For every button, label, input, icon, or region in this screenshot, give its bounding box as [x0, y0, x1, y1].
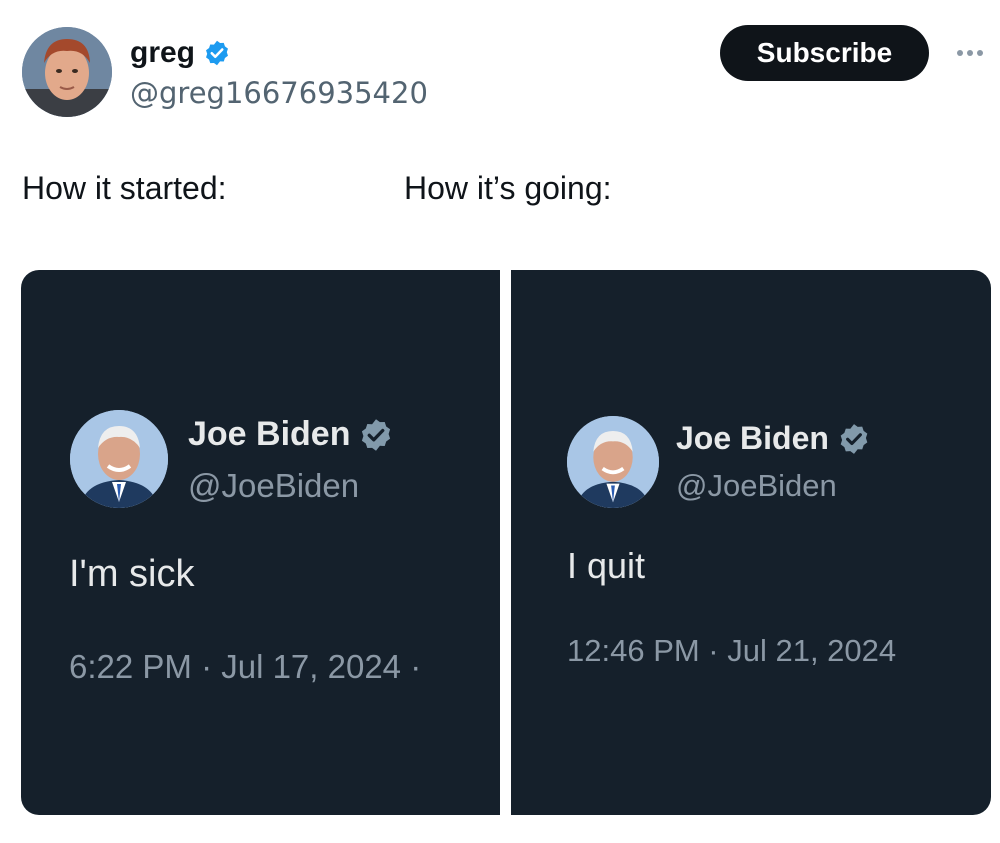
author-name-row[interactable]: greg — [130, 36, 231, 70]
embedded-tweet-name-row: Joe Biden — [188, 415, 394, 454]
gray-verified-badge-icon — [840, 423, 868, 454]
caption-how-it-started: How it started: — [22, 170, 227, 206]
more-dot — [977, 50, 983, 56]
embedded-tweet-image-1[interactable]: Joe Biden @JoeBiden I'm sick 6:22 PM · J… — [21, 270, 500, 815]
gray-verified-badge-icon — [362, 418, 391, 451]
embedded-avatar-image — [70, 410, 168, 508]
embedded-avatar-image — [567, 416, 659, 508]
more-dot — [967, 50, 973, 56]
more-dot — [957, 50, 963, 56]
embedded-tweet-avatar — [70, 410, 168, 508]
media-separator — [500, 270, 511, 815]
more-icon[interactable] — [950, 38, 990, 68]
subscribe-button[interactable]: Subscribe — [720, 25, 929, 81]
embedded-tweet-name: Joe Biden — [676, 420, 829, 456]
author-avatar[interactable] — [22, 27, 112, 117]
embedded-tweet-name-row: Joe Biden — [676, 420, 871, 457]
media-grid[interactable]: Joe Biden @JoeBiden I'm sick 6:22 PM · J… — [21, 270, 991, 815]
embedded-tweet-timestamp: 12:46 PM · Jul 21, 2024 — [567, 633, 897, 668]
embedded-tweet-image-2[interactable]: Joe Biden @JoeBiden I quit 12:46 PM · Ju… — [511, 270, 991, 815]
embedded-tweet-handle: @JoeBiden — [188, 467, 360, 504]
tweet-header: greg @greg16676935420 Subscribe — [0, 0, 1000, 130]
embedded-tweet-text: I quit — [567, 545, 646, 586]
embedded-tweet-avatar — [567, 416, 659, 508]
verified-badge-icon — [206, 40, 228, 66]
author-handle[interactable]: @greg16676935420 — [130, 76, 428, 110]
caption-how-its-going: How it’s going: — [404, 170, 612, 206]
author-avatar-image — [22, 27, 112, 117]
embedded-tweet-timestamp: 6:22 PM · Jul 17, 2024 · — [69, 648, 422, 685]
embedded-tweet-text: I'm sick — [69, 553, 195, 595]
embedded-tweet-name: Joe Biden — [188, 415, 351, 453]
author-display-name[interactable]: greg — [130, 36, 195, 70]
embedded-tweet-handle: @JoeBiden — [676, 468, 837, 503]
